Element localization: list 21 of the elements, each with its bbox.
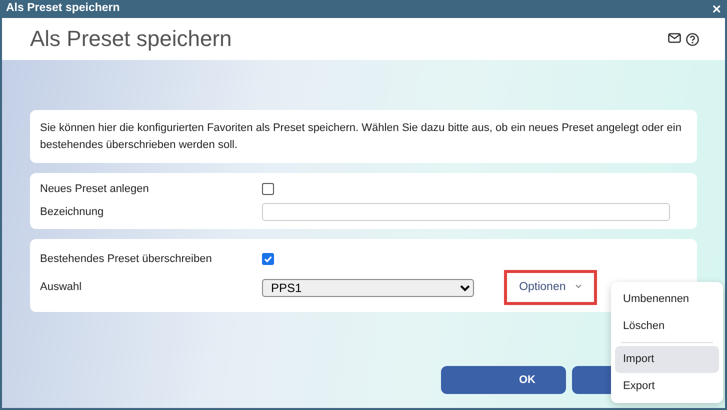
field-label: Auswahl (40, 280, 83, 296)
field-label: Neues Preset anlegen (40, 182, 150, 197)
menu-item[interactable]: Löschen (615, 312, 719, 339)
mail-icon[interactable] (668, 32, 680, 42)
menu-item[interactable]: Import (615, 346, 719, 372)
field-label: Bezeichnung (40, 204, 105, 220)
close-button[interactable]: × (712, 2, 721, 16)
dialog-title: Als Preset speichern (30, 26, 232, 52)
dialog-button[interactable]: OK (441, 366, 566, 394)
checkbox[interactable] (262, 253, 274, 266)
intro-text: Sie können hier die konfigurierten Favoriten als Preset speichern. Wählen Sie dazu bitte aus, ob ein neues Preset angelegt oder ein bestehendes überschrieben werden soll. (40, 121, 682, 152)
chevron-icon (574, 284, 582, 290)
options-button[interactable]: Optionen (507, 273, 594, 302)
window-title: Als Preset speichern (6, 1, 120, 16)
checkbox[interactable] (262, 183, 274, 196)
help-icon[interactable] (686, 32, 699, 46)
select-field[interactable]: PPS1 (262, 278, 474, 297)
menu-item[interactable]: Umbenennen (615, 286, 719, 312)
field-label: Bestehendes Preset überschreiben (40, 252, 213, 267)
input-field[interactable] (262, 203, 670, 221)
menu-item[interactable]: Export (615, 372, 719, 399)
